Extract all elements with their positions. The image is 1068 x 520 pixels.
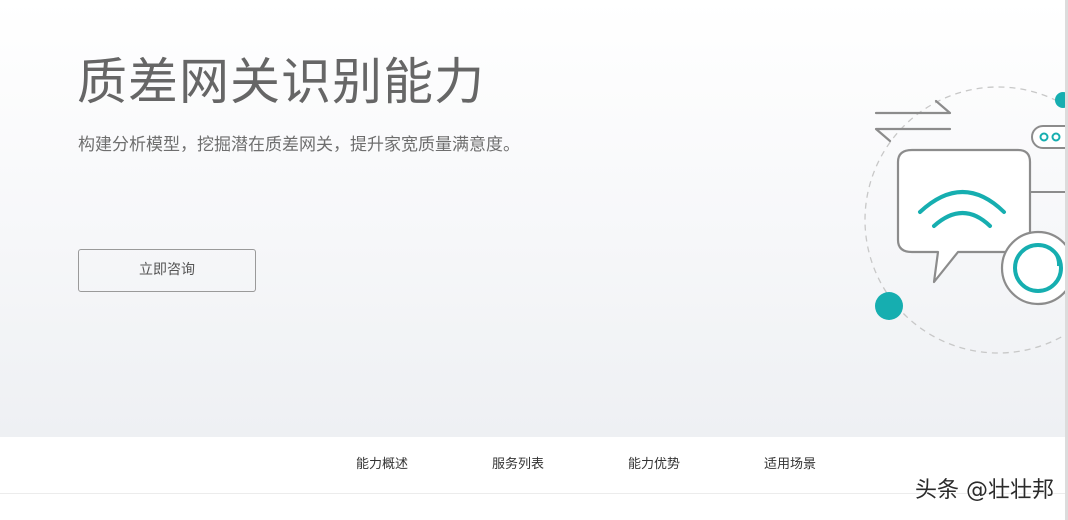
- hero-illustration: [864, 86, 1068, 354]
- toggle-icon: [1031, 125, 1068, 149]
- hero-banner: 质差网关识别能力 构建分析模型，挖掘潜在质差网关，提升家宽质量满意度。 立即咨询: [0, 0, 1068, 437]
- hero-subtitle: 构建分析模型，挖掘潜在质差网关，提升家宽质量满意度。: [78, 135, 520, 155]
- page-title: 质差网关识别能力: [77, 53, 485, 111]
- watermark: 头条 @壮壮邦: [915, 478, 1054, 503]
- page: 质差网关识别能力 构建分析模型，挖掘潜在质差网关，提升家宽质量满意度。 立即咨询: [0, 0, 1068, 520]
- tab-service-list[interactable]: 服务列表: [492, 456, 544, 474]
- magnifier-icon: [1000, 230, 1068, 306]
- section-nav: 能力概述 服务列表 能力优势 适用场景: [0, 437, 1065, 494]
- accent-dot-large: [875, 292, 903, 320]
- consult-button[interactable]: 立即咨询: [78, 249, 256, 292]
- tab-use-cases[interactable]: 适用场景: [764, 456, 816, 474]
- tab-ability-overview[interactable]: 能力概述: [356, 456, 408, 474]
- exchange-arrows-icon: [874, 99, 952, 143]
- tab-ability-advantages[interactable]: 能力优势: [628, 456, 680, 474]
